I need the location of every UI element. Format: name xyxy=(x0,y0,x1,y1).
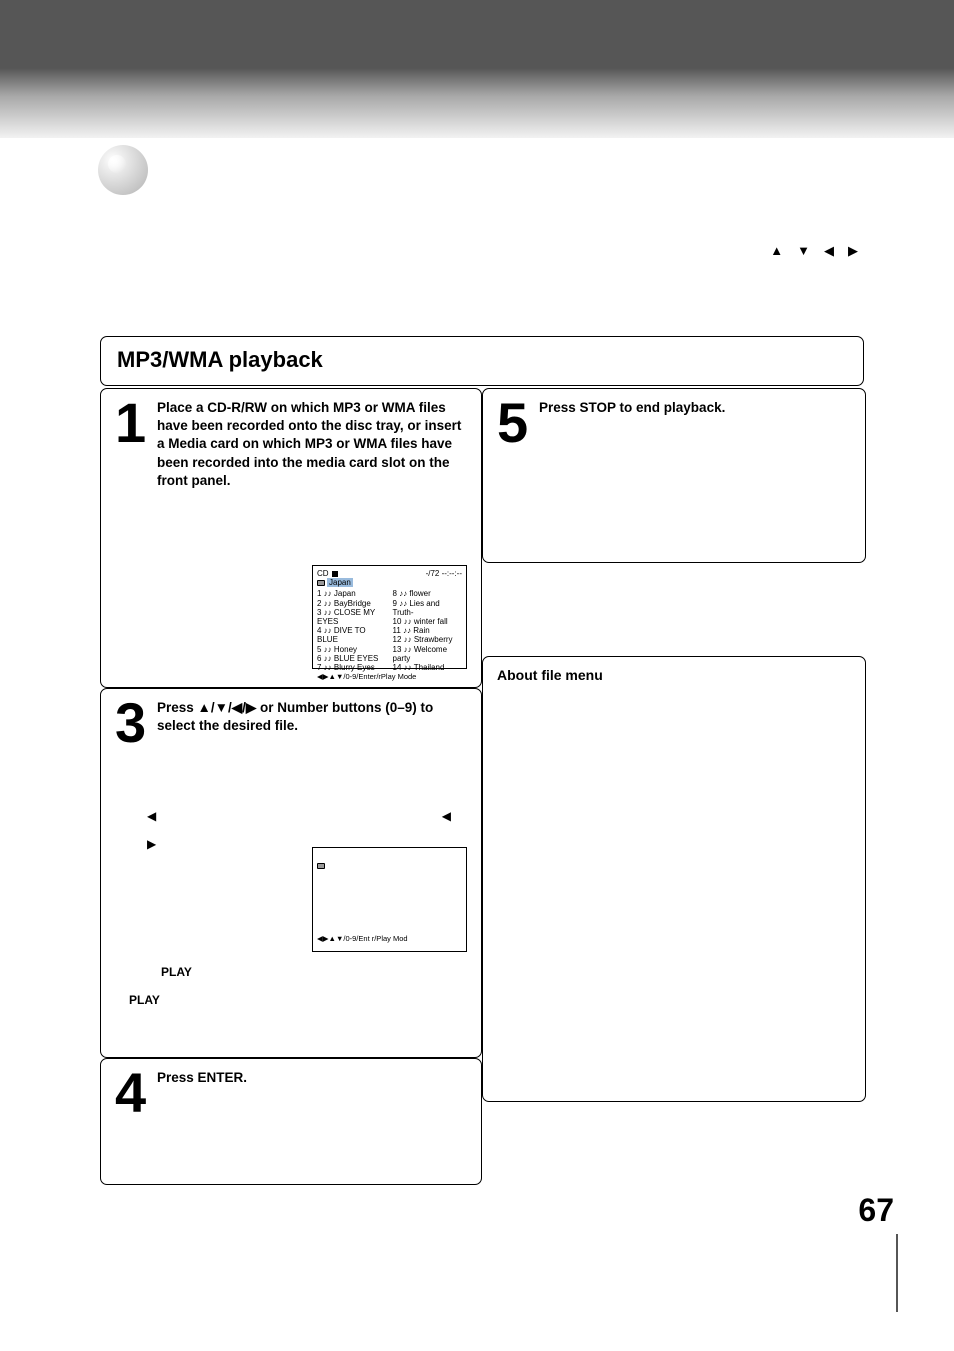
folder-icon xyxy=(317,580,325,586)
osd-item: 10 ♪♪ winter fall xyxy=(393,617,463,626)
step-4-text: Press ENTER. xyxy=(157,1069,467,1087)
osd-item: 3 ♪♪ CLOSE MY EYES xyxy=(317,608,387,626)
osd-item: 7 ♪♪ Blurry Eyes xyxy=(317,663,387,672)
osd-item: 9 ♪♪ Lies and Truth- xyxy=(393,599,463,617)
step-number-1: 1 xyxy=(115,399,151,447)
osd-item: 14 ♪♪ Thailand xyxy=(393,663,463,672)
down-triangle-icon: ▼ xyxy=(797,243,810,259)
left-triangle-icon: ◀ xyxy=(824,243,834,259)
play-label-2: PLAY xyxy=(129,993,160,1007)
osd-item: 11 ♪♪ Rain xyxy=(393,626,463,635)
step-1-box: 1 Place a CD-R/RW on which MP3 or WMA fi… xyxy=(100,388,482,688)
about-heading: About file menu xyxy=(497,667,851,683)
osd-cd-label: CD xyxy=(317,569,329,578)
step-4-box: 4 Press ENTER. xyxy=(100,1058,482,1185)
osd-screenshot-2: ◀▶▲▼/0-9/Ent r/Play Mod xyxy=(312,847,467,952)
osd-time: -/72 --:--:-- xyxy=(426,569,462,578)
section-title-box: MP3/WMA playback xyxy=(100,336,864,386)
page-number-divider xyxy=(896,1234,898,1312)
osd-item: 2 ♪♪ BayBridge xyxy=(317,599,387,608)
osd-item: 4 ♪♪ DIVE TO BLUE xyxy=(317,626,387,644)
play-label-1: PLAY xyxy=(161,965,192,979)
osd-left-col: 1 ♪♪ Japan 2 ♪♪ BayBridge 3 ♪♪ CLOSE MY … xyxy=(317,589,387,672)
step-number-4: 4 xyxy=(115,1069,151,1117)
left-arrow-glyph: ◀ xyxy=(147,809,156,823)
up-triangle-icon: ▲ xyxy=(770,243,783,259)
osd-item: 8 ♪♪ flower xyxy=(393,589,463,598)
page-number: 67 xyxy=(858,1192,894,1229)
step-3-text: Press ▲/▼/◀/▶ or Number buttons (0–9) to… xyxy=(157,699,467,735)
osd-item: 5 ♪♪ Honey xyxy=(317,645,387,654)
step-3-box: 3 Press ▲/▼/◀/▶ or Number buttons (0–9) … xyxy=(100,688,482,1058)
step-number-3: 3 xyxy=(115,699,151,747)
step-1-text: Place a CD-R/RW on which MP3 or WMA file… xyxy=(157,399,467,490)
section-bullet-sphere xyxy=(98,145,148,195)
osd-footer-2: ◀▶▲▼/0-9/Ent r/Play Mod xyxy=(317,935,462,944)
step-5-text: Press STOP to end playback. xyxy=(539,399,851,417)
arrow-glyph-a: ◀ xyxy=(442,809,451,823)
folder-icon xyxy=(317,863,325,869)
section-title: MP3/WMA playback xyxy=(117,347,847,373)
osd-item: 6 ♪♪ BLUE EYES xyxy=(317,654,387,663)
osd-selected-folder: Japan xyxy=(327,578,353,587)
nav-arrow-glyph-row: ▲ ▼ ◀ ▶ xyxy=(770,243,858,259)
osd-item: 12 ♪♪ Strawberry xyxy=(393,635,463,644)
osd-footer: ◀▶▲▼/0-9/Enter/rPlay Mode xyxy=(317,673,462,682)
osd-screenshot-1: CD -/72 --:--:-- Japan 1 ♪♪ Japan 2 ♪♪ B… xyxy=(312,565,467,669)
right-arrow-glyph: ▶ xyxy=(147,837,156,851)
header-dark-strip xyxy=(0,0,954,68)
right-triangle-icon: ▶ xyxy=(848,243,858,259)
step-5-box: 5 Press STOP to end playback. xyxy=(482,388,866,563)
step-number-5: 5 xyxy=(497,399,533,447)
osd-item: 13 ♪♪ Welcome party xyxy=(393,645,463,663)
about-file-menu-box: About file menu xyxy=(482,656,866,1102)
osd-right-col: 8 ♪♪ flower 9 ♪♪ Lies and Truth- 10 ♪♪ w… xyxy=(393,589,463,672)
osd-item: 1 ♪♪ Japan xyxy=(317,589,387,598)
header-gradient xyxy=(0,68,954,138)
stop-icon xyxy=(332,571,338,577)
